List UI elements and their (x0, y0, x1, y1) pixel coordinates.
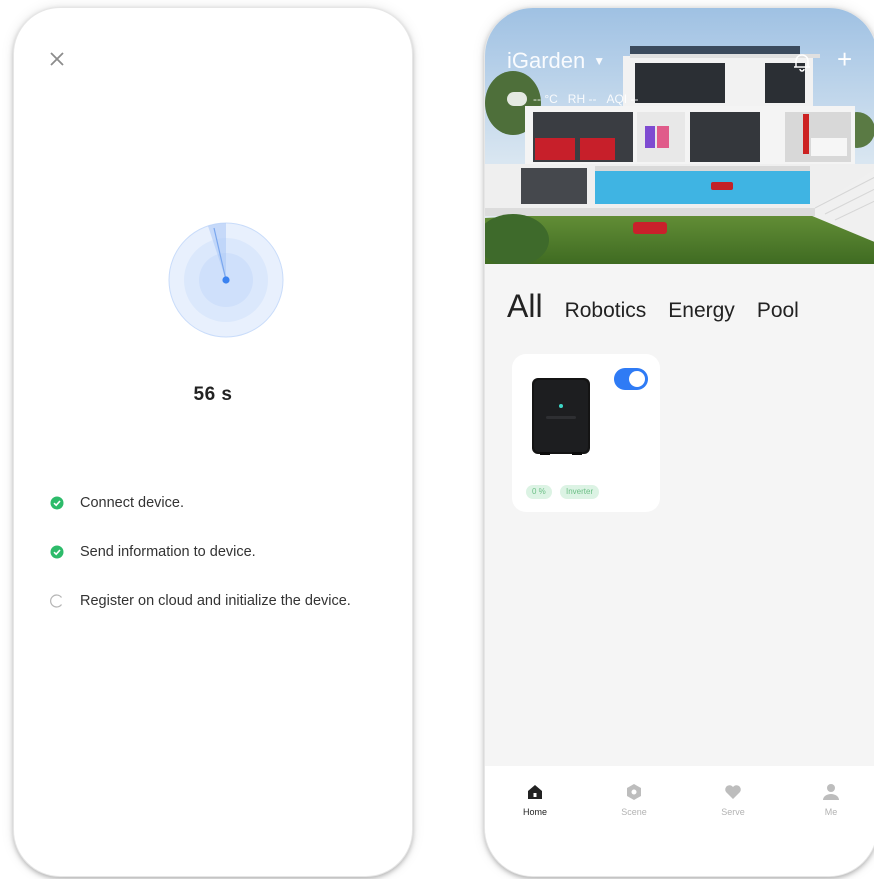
step-label: Register on cloud and initialize the dev… (80, 593, 351, 609)
nav-label: Home (522, 807, 547, 817)
nav-scene[interactable]: Scene (604, 782, 664, 817)
home-icon (528, 785, 542, 799)
step-connect-device: Connect device. (50, 493, 184, 513)
add-device-icon[interactable]: + (837, 46, 852, 72)
check-circle-icon (50, 496, 64, 510)
toggle-knob (629, 371, 645, 387)
countdown-timer: 56 s (193, 384, 233, 405)
nav-home[interactable]: Home (505, 782, 565, 817)
tab-all[interactable]: All (507, 288, 543, 325)
device-power-toggle[interactable] (614, 368, 648, 390)
tab-robotics[interactable]: Robotics (565, 299, 647, 323)
inverter-device-image (532, 378, 590, 455)
power-percent-badge: 0 % (526, 485, 552, 499)
device-type-badge: Inverter (560, 485, 600, 499)
bell-icon[interactable] (793, 52, 811, 77)
check-circle-icon (50, 545, 64, 559)
device-card-inverter[interactable]: 0 % Inverter (512, 354, 660, 512)
nav-serve[interactable]: Serve (703, 782, 763, 817)
step-label: Connect device. (80, 495, 184, 511)
heart-icon (725, 785, 741, 799)
nav-label: Serve (721, 807, 745, 817)
scene-icon (627, 784, 641, 800)
tab-pool[interactable]: Pool (757, 299, 799, 323)
environment-readings: -- °C RH -- AQI -- (507, 92, 648, 106)
nav-me[interactable]: Me (801, 782, 861, 817)
house-illustration (485, 8, 874, 264)
connect-screen: 56 s Connect device. Send information to… (14, 8, 412, 876)
nav-label: Me (824, 807, 838, 817)
tab-energy[interactable]: Energy (668, 299, 735, 323)
person-icon (823, 784, 839, 800)
radar-scan-icon (168, 222, 284, 338)
weather-icon (507, 92, 527, 106)
step-send-information: Send information to device. (50, 542, 256, 562)
step-label: Send information to device. (80, 544, 256, 560)
house-hero-image: iGarden ▼ + -- °C RH -- AQI -- (485, 8, 874, 264)
home-name: iGarden (507, 48, 586, 73)
bottom-navigation: Home Scene Serve Me (485, 766, 874, 876)
step-register-cloud: Register on cloud and initialize the dev… (50, 591, 351, 611)
chevron-down-icon: ▼ (593, 54, 606, 68)
close-icon[interactable] (46, 48, 68, 70)
humidity-readout: RH -- (567, 92, 597, 106)
loading-spinner-icon (50, 594, 62, 608)
aqi-readout: AQI -- (606, 92, 639, 106)
home-selector[interactable]: iGarden ▼ (507, 48, 605, 74)
category-tabs: All Robotics Energy Pool (507, 288, 821, 325)
home-screen: iGarden ▼ + -- °C RH -- AQI -- All Robot… (485, 8, 874, 876)
temperature-readout: -- °C (533, 92, 558, 106)
nav-label: Scene (621, 807, 647, 817)
